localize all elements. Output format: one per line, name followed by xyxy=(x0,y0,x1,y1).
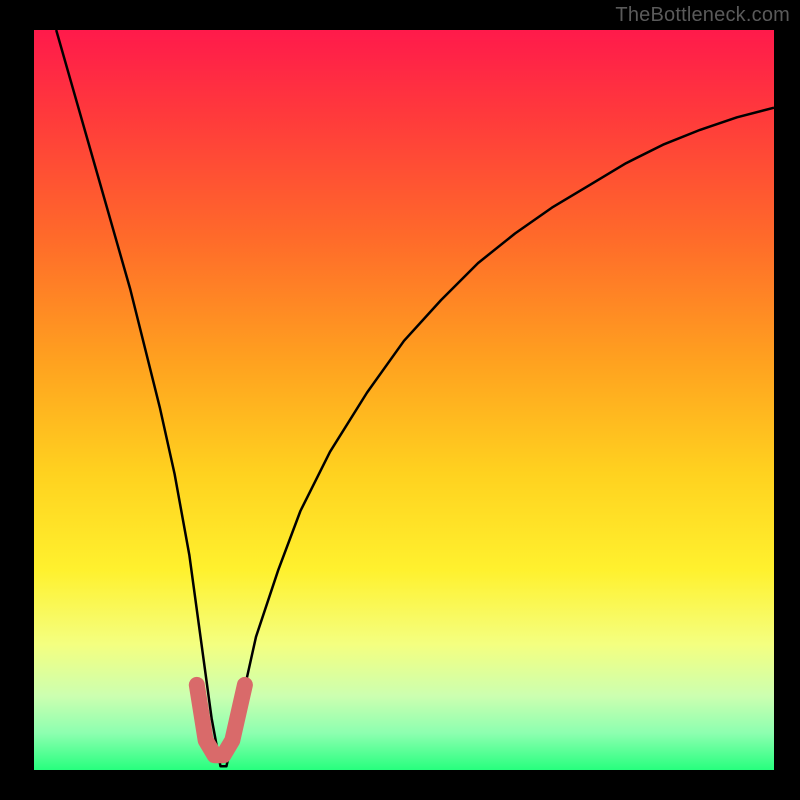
chart-stage: TheBottleneck.com xyxy=(0,0,800,800)
bottleneck-chart xyxy=(0,0,800,800)
gradient-background xyxy=(34,30,774,770)
